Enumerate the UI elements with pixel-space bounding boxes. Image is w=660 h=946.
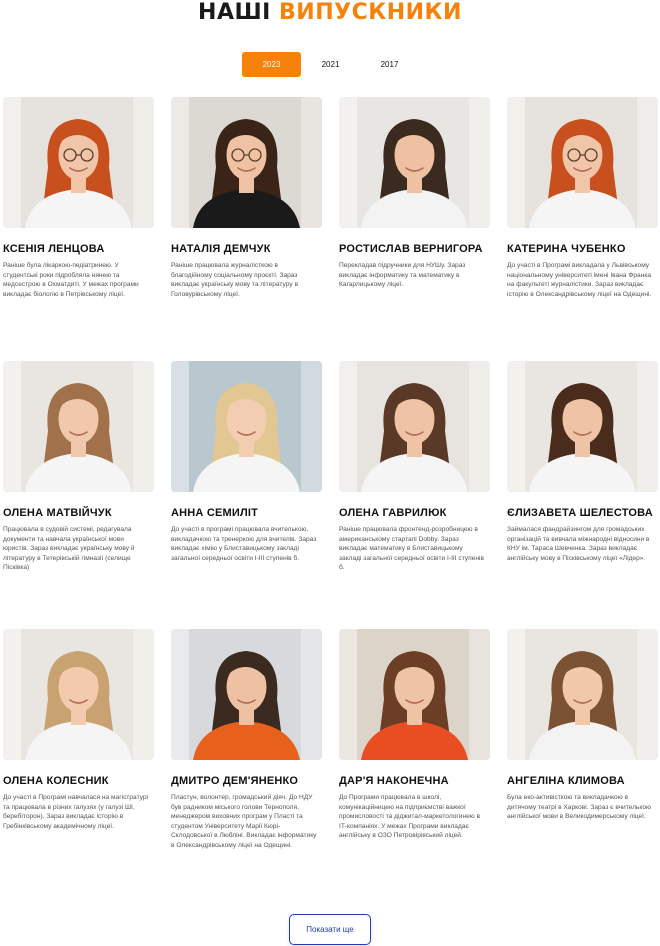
- graduate-name: ОЛЕНА МАТВІЙЧУК: [3, 507, 112, 519]
- graduate-name: ОЛЕНА КОЛЕСНИК: [3, 775, 109, 787]
- graduate-photo: [507, 97, 658, 228]
- graduate-name: НАТАЛІЯ ДЕМЧУК: [171, 243, 271, 255]
- graduate-card[interactable]: АНГЕЛІНА КЛИМОВА Була еко-активісткою та…: [507, 629, 658, 822]
- graduate-card[interactable]: ОЛЕНА ГАВРИЛЮК Раніше працювала фронтенд…: [339, 361, 490, 573]
- tab-2023[interactable]: 2023: [242, 52, 301, 77]
- portrait-illustration: [507, 361, 658, 492]
- graduate-photo: [339, 97, 490, 228]
- portrait-illustration: [3, 97, 154, 228]
- graduate-photo: [171, 361, 322, 492]
- portrait-illustration: [507, 97, 658, 228]
- graduate-card[interactable]: АННА СЕМИЛІТ До участі в програмі працюв…: [171, 361, 322, 563]
- portrait-illustration: [3, 629, 154, 760]
- graduate-description: Працювала в судовій системі, редагувала …: [3, 526, 135, 572]
- title-main: НАШІ: [198, 0, 271, 25]
- graduate-name: КСЕНІЯ ЛЕНЦОВА: [3, 243, 105, 255]
- graduate-description: До участі в Програмі навчалася на магіст…: [3, 794, 149, 830]
- graduate-card[interactable]: ДМИТРО ДЕМ'ЯНЕНКО Пластун, волонтер, гро…: [171, 629, 322, 851]
- title-accent: ВИПУСКНИКИ: [279, 0, 462, 25]
- tab-2017[interactable]: 2017: [360, 52, 419, 77]
- portrait-illustration: [3, 361, 154, 492]
- graduate-name: ОЛЕНА ГАВРИЛЮК: [339, 507, 447, 519]
- graduate-card[interactable]: НАТАЛІЯ ДЕМЧУК Раніше працювала журналіс…: [171, 97, 322, 299]
- graduate-card[interactable]: ДАР'Я НАКОНЕЧНА До Програми працювала в …: [339, 629, 490, 841]
- graduate-card[interactable]: ОЛЕНА МАТВІЙЧУК Працювала в судовій сист…: [3, 361, 154, 573]
- graduate-description: Раніше була лікаркою-педіатринею. У студ…: [3, 262, 139, 298]
- graduate-photo: [3, 97, 154, 228]
- graduate-photo: [339, 629, 490, 760]
- graduate-card[interactable]: ЄЛИЗАВЕТА ШЕЛЕСТОВА Займалася фандрайзин…: [507, 361, 658, 563]
- page-title: НАШІ ВИПУСКНИКИ: [0, 0, 660, 26]
- graduate-description: Займалася фандрайзингом для громадських …: [507, 526, 650, 562]
- graduate-description: Раніше працювала фронтенд-розробницею в …: [339, 526, 484, 572]
- graduate-card[interactable]: КСЕНІЯ ЛЕНЦОВА Раніше була лікаркою-педі…: [3, 97, 154, 299]
- tab-2021[interactable]: 2021: [301, 52, 360, 77]
- graduate-description: До Програми працювала в школі, комунікац…: [339, 794, 481, 840]
- graduate-description: До участі в програмі працювала вчителько…: [171, 526, 317, 562]
- graduate-description: До участі в Програмі викладала у Львівсь…: [507, 262, 652, 298]
- graduate-photo: [3, 361, 154, 492]
- graduate-photo: [339, 361, 490, 492]
- portrait-illustration: [507, 629, 658, 760]
- graduate-name: ДАР'Я НАКОНЕЧНА: [339, 775, 449, 787]
- graduate-name: АНГЕЛІНА КЛИМОВА: [507, 775, 625, 787]
- graduate-photo: [3, 629, 154, 760]
- portrait-illustration: [171, 97, 322, 228]
- graduate-photo: [507, 629, 658, 760]
- graduate-name: РОСТИСЛАВ ВЕРНИГОРА: [339, 243, 483, 255]
- graduate-card[interactable]: РОСТИСЛАВ ВЕРНИГОРА Перекладав підручник…: [339, 97, 490, 290]
- portrait-illustration: [171, 361, 322, 492]
- graduate-description: Пластун, волонтер, громадський діяч. До …: [171, 794, 317, 849]
- show-more-button[interactable]: Показати ще: [289, 914, 371, 945]
- graduate-card[interactable]: ОЛЕНА КОЛЕСНИК До участі в Програмі навч…: [3, 629, 154, 831]
- year-tabs: 2023 2021 2017: [242, 52, 419, 77]
- graduate-photo: [507, 361, 658, 492]
- graduate-name: ЄЛИЗАВЕТА ШЕЛЕСТОВА: [507, 507, 653, 519]
- portrait-illustration: [171, 629, 322, 760]
- graduate-description: Раніше працювала журналісткою в благодій…: [171, 262, 298, 298]
- graduate-photo: [171, 97, 322, 228]
- graduate-name: ДМИТРО ДЕМ'ЯНЕНКО: [171, 775, 299, 787]
- portrait-illustration: [339, 629, 490, 760]
- graduate-description: Була еко-активісткою та викладачкою в ди…: [507, 794, 651, 821]
- graduate-card[interactable]: КАТЕРИНА ЧУБЕНКО До участі в Програмі ви…: [507, 97, 658, 299]
- graduate-name: КАТЕРИНА ЧУБЕНКО: [507, 243, 626, 255]
- portrait-illustration: [339, 361, 490, 492]
- graduate-description: Перекладав підручники для НУШу. Зараз ви…: [339, 262, 466, 289]
- portrait-illustration: [339, 97, 490, 228]
- graduate-photo: [171, 629, 322, 760]
- graduate-name: АННА СЕМИЛІТ: [171, 507, 259, 519]
